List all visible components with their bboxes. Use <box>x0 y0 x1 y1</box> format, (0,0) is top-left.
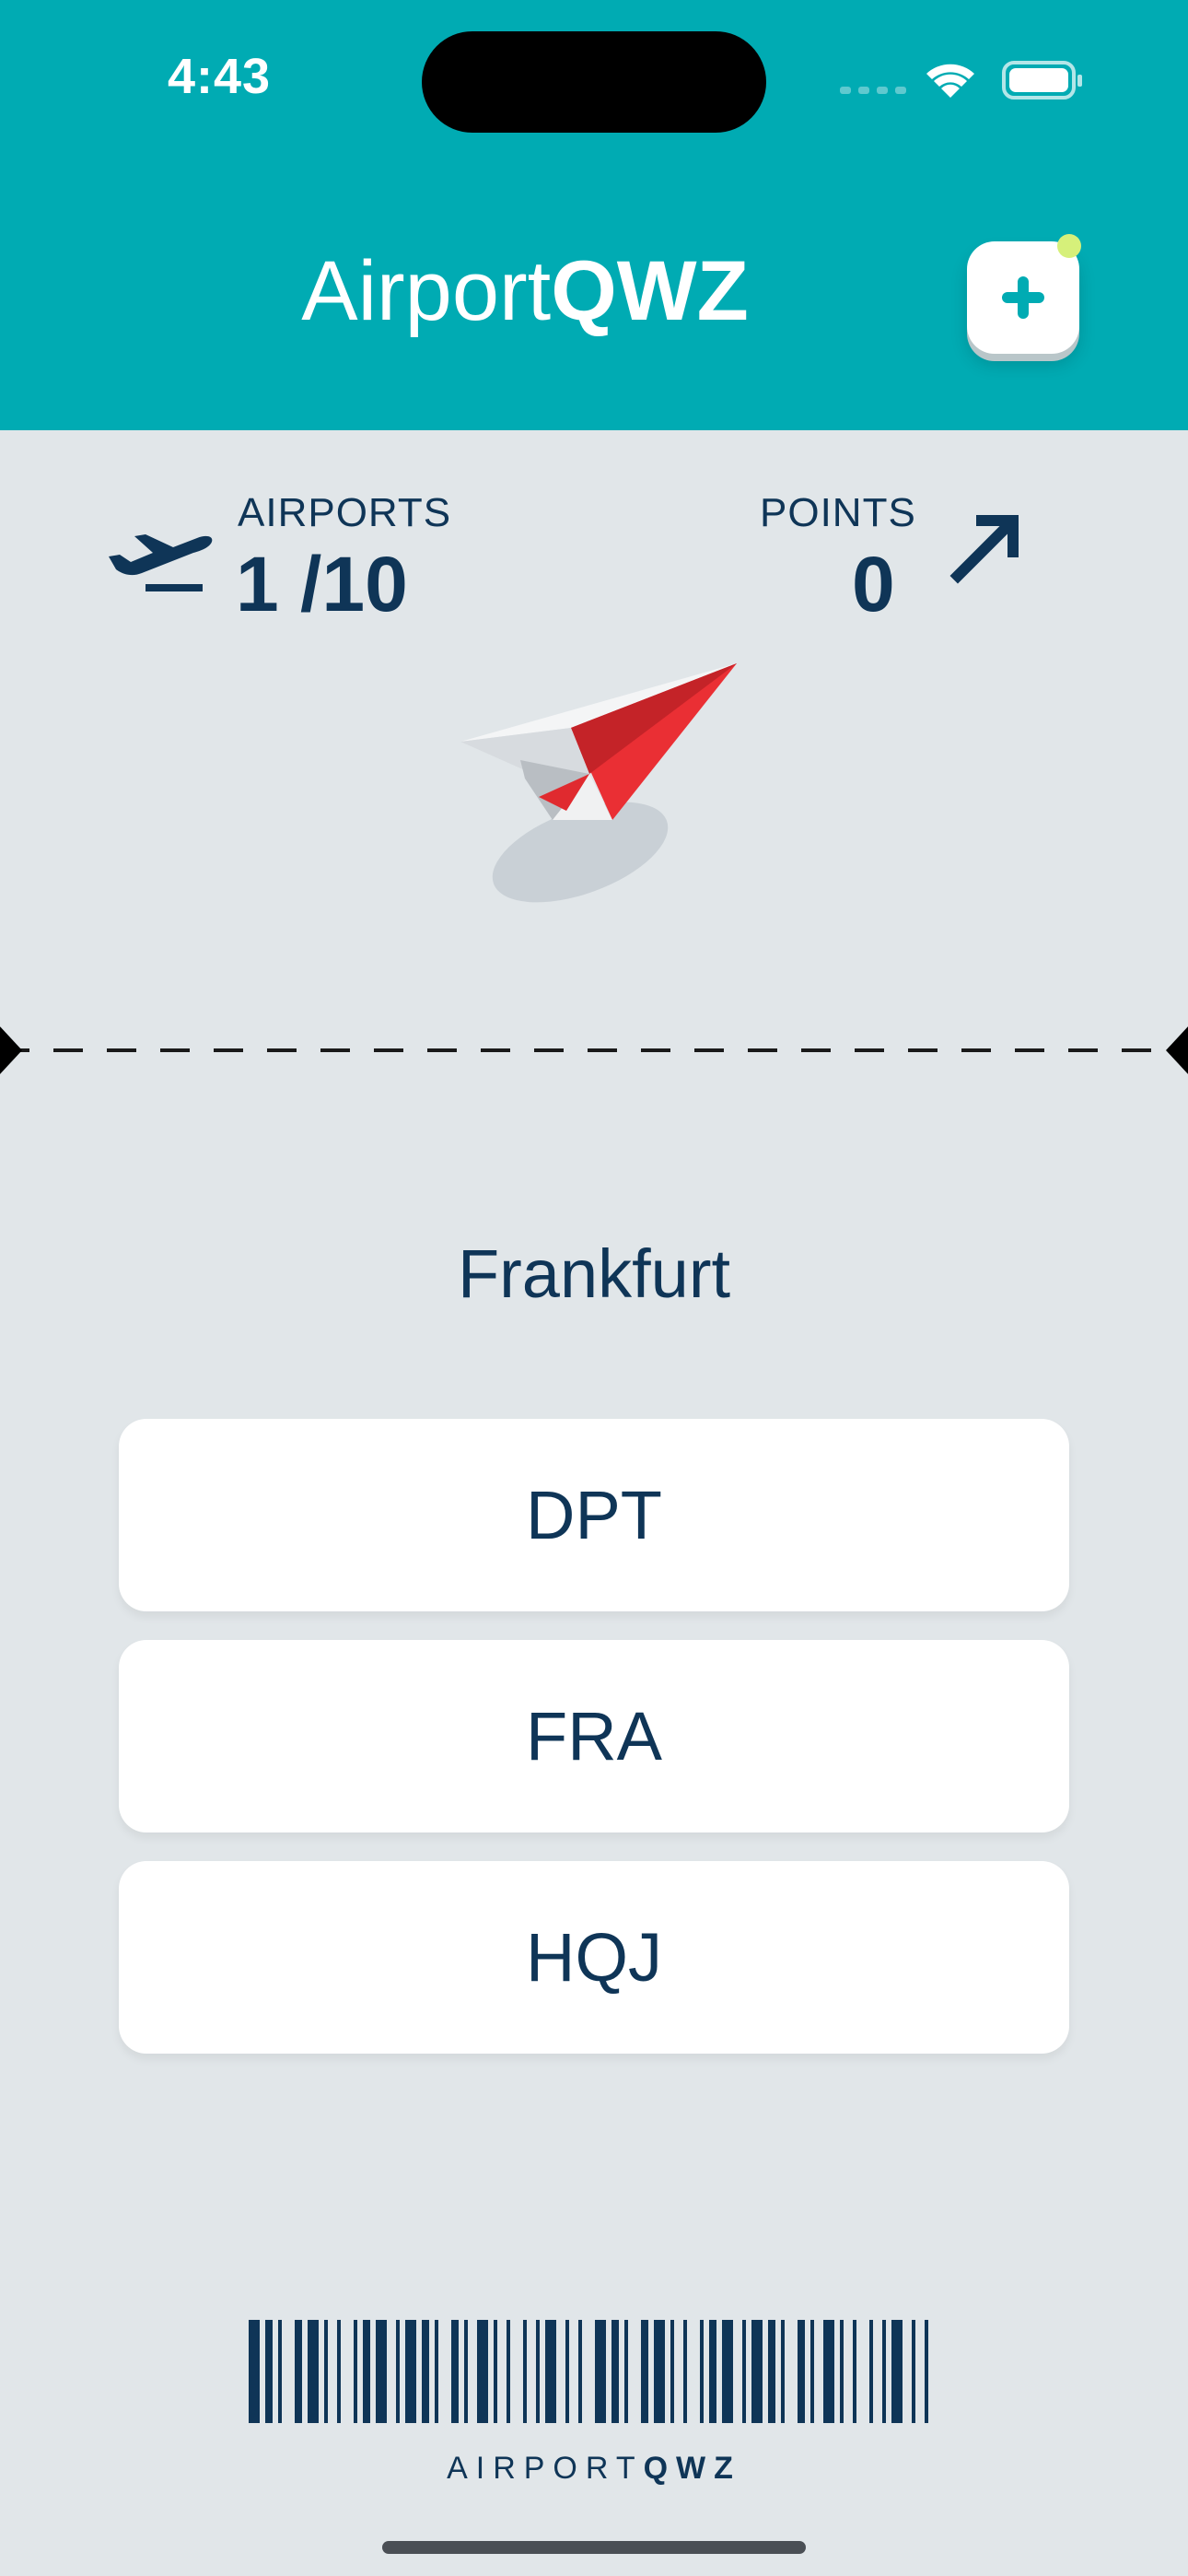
barcode-caption-light: AIRPORT <box>447 2451 644 2486</box>
barcode-bar <box>422 2320 429 2423</box>
paper-plane-illustration <box>460 663 737 903</box>
notification-dot <box>1057 234 1081 258</box>
ticket-perforation <box>0 1048 1188 1052</box>
barcode-bar <box>709 2320 716 2423</box>
answer-option-2[interactable]: FRA <box>119 1640 1069 1832</box>
barcode-bar <box>494 2320 497 2423</box>
barcode-bar <box>781 2320 785 2423</box>
barcode-bar <box>337 2320 341 2423</box>
barcode-bar <box>823 2320 834 2423</box>
arrow-up-right-icon <box>949 515 1019 584</box>
barcode-bar <box>925 2320 928 2423</box>
barcode-caption-bold: QWZ <box>643 2451 741 2486</box>
barcode-bar <box>565 2320 569 2423</box>
app-title-light: Airport <box>301 244 552 338</box>
barcode-bar <box>308 2320 319 2423</box>
barcode-bar <box>722 2320 733 2423</box>
barcode-bar <box>464 2320 468 2423</box>
status-indicators <box>840 61 1082 100</box>
add-button[interactable] <box>967 234 1081 354</box>
ticket-notch-left <box>0 1025 22 1076</box>
barcode-bar <box>624 2320 628 2423</box>
app-title: AirportQWZ <box>0 249 1050 334</box>
home-indicator[interactable] <box>382 2541 806 2554</box>
barcode-bar <box>477 2320 488 2423</box>
barcode-bar <box>840 2320 844 2423</box>
barcode-bar <box>405 2320 416 2423</box>
barcode-bar <box>536 2320 540 2423</box>
barcode-bar <box>578 2320 582 2423</box>
airports-value: 1 /10 <box>236 541 408 627</box>
barcode-bar <box>882 2320 886 2423</box>
barcode-bar <box>912 2320 915 2423</box>
barcode-bar <box>869 2320 873 2423</box>
barcode-bar <box>354 2320 357 2423</box>
barcode-bar <box>265 2320 273 2423</box>
barcode-bar <box>363 2320 370 2423</box>
barcode-bar <box>891 2320 903 2423</box>
barcode-bar <box>611 2320 619 2423</box>
points-label: POINTS <box>760 490 916 535</box>
barcode-bar <box>798 2320 805 2423</box>
barcode-bar <box>853 2320 856 2423</box>
barcode-bar <box>751 2320 763 2423</box>
app-title-bold: QWZ <box>551 244 749 338</box>
barcode-bar <box>376 2320 387 2423</box>
barcode-bar <box>683 2320 687 2423</box>
barcode-graphic <box>249 2320 928 2423</box>
barcode-bar <box>295 2320 302 2423</box>
barcode-bar <box>670 2320 674 2423</box>
answer-option-3[interactable]: HQJ <box>119 1861 1069 2054</box>
ticket-notch-right <box>1166 1025 1188 1076</box>
airports-label: AIRPORTS <box>238 490 452 535</box>
barcode-bar <box>654 2320 665 2423</box>
barcode-bar <box>595 2320 606 2423</box>
wifi-icon <box>926 64 974 98</box>
barcode-bar <box>768 2320 775 2423</box>
barcode-bar <box>435 2320 438 2423</box>
barcode-bar <box>742 2320 746 2423</box>
points-value: 0 <box>852 541 895 627</box>
barcode-bar <box>545 2320 556 2423</box>
barcode-bar <box>523 2320 527 2423</box>
app-header: 4:43 AirportQWZ <box>0 0 1188 430</box>
barcode-bar <box>451 2320 459 2423</box>
question-city: Frankfurt <box>457 1235 731 1312</box>
barcode-caption: AIRPORTQWZ <box>0 2451 1188 2487</box>
barcode-bar <box>641 2320 648 2423</box>
barcode-bar <box>324 2320 328 2423</box>
barcode-bar <box>700 2320 704 2423</box>
battery-icon <box>1002 61 1082 100</box>
barcode-bar <box>507 2320 510 2423</box>
barcode-bar <box>249 2320 260 2423</box>
barcode-bar <box>396 2320 400 2423</box>
dynamic-island <box>422 31 766 133</box>
departure-icon <box>109 534 213 591</box>
barcode-bar <box>810 2320 814 2423</box>
barcode-bar <box>278 2320 282 2423</box>
signal-icon <box>840 87 906 94</box>
status-time: 4:43 <box>168 49 272 104</box>
answer-option-1[interactable]: DPT <box>119 1419 1069 1611</box>
